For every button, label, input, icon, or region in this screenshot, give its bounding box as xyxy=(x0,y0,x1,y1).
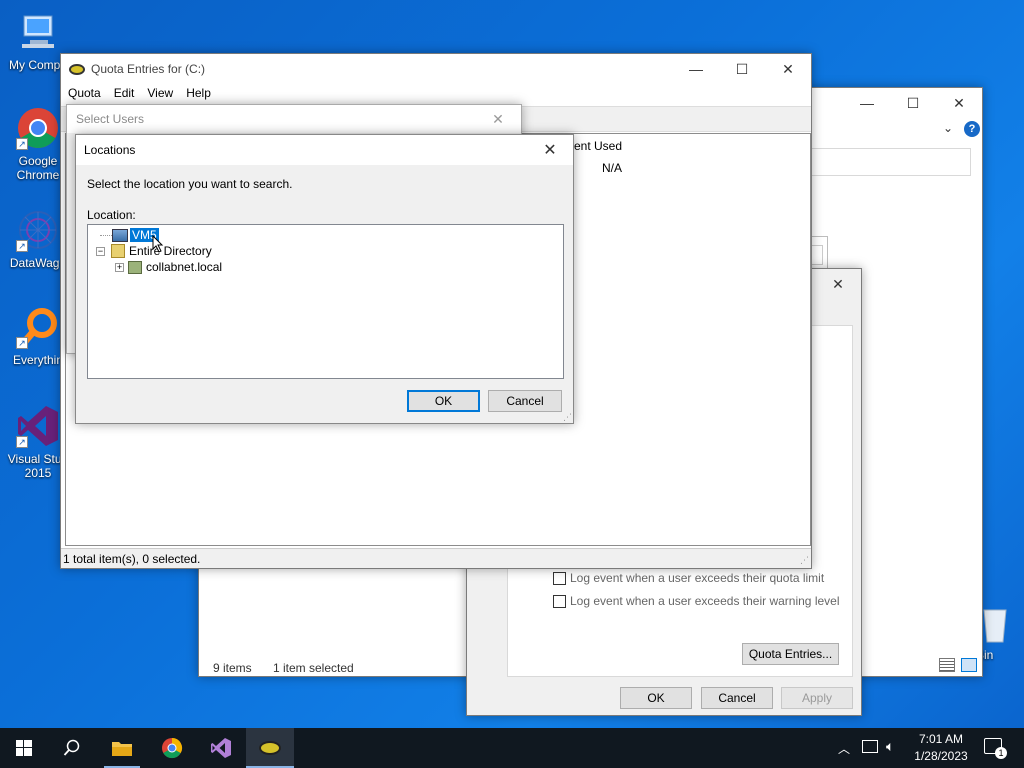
explorer-titlebar-controls: — ☐ ✕ xyxy=(844,88,982,118)
tree-item-label: Entire Directory xyxy=(129,244,212,258)
collapse-icon[interactable]: − xyxy=(96,246,105,256)
log-limit-label: Log event when a user exceeds their quot… xyxy=(570,571,825,585)
tree-item-collabnet[interactable]: + collabnet.local xyxy=(115,259,222,275)
close-button[interactable]: ✕ xyxy=(475,105,521,133)
close-button[interactable]: ✕ xyxy=(936,88,982,118)
locations-instruction: Select the location you want to search. xyxy=(87,177,293,191)
menu-bar: Quota Edit View Help xyxy=(61,84,811,104)
quota-app-icon xyxy=(69,63,85,75)
tree-connector xyxy=(100,234,112,236)
desktop-icon-label: Everythin xyxy=(12,353,64,367)
network-icon[interactable] xyxy=(862,740,878,753)
percent-used-cell: N/A xyxy=(602,161,623,175)
menu-edit[interactable]: Edit xyxy=(108,84,142,104)
volume-icon[interactable]: 🔈︎ xyxy=(886,738,894,755)
locations-title: Locations xyxy=(84,143,136,157)
shortcut-arrow-icon: ↗ xyxy=(16,138,28,150)
apply-button: Apply xyxy=(781,687,853,709)
show-hidden-icons-icon[interactable]: ︿ xyxy=(838,740,850,757)
shortcut-arrow-icon: ↗ xyxy=(16,436,28,448)
chrome-icon xyxy=(162,737,183,759)
folder-icon xyxy=(112,742,132,756)
search-icon xyxy=(63,739,80,756)
tree-item-vm5[interactable]: VM5 xyxy=(100,227,160,243)
quota-window-title: Quota Entries for (C:) xyxy=(91,62,206,76)
start-button[interactable] xyxy=(0,728,48,768)
shortcut-arrow-icon: ↗ xyxy=(16,240,28,252)
chrome-icon: ↗ xyxy=(16,106,60,150)
shortcut-arrow-icon: ↗ xyxy=(16,337,28,349)
quota-entries-button[interactable]: Quota Entries... xyxy=(742,643,839,665)
help-icon[interactable]: ? xyxy=(964,121,980,137)
taskbar-quota-app[interactable] xyxy=(246,728,294,768)
action-center-button[interactable]: 1 xyxy=(984,738,1007,759)
column-header-percent-used[interactable]: cent Used xyxy=(568,139,622,153)
search-box[interactable] xyxy=(811,148,971,176)
visual-studio-icon: ↗ xyxy=(16,404,60,448)
desktop-icon-label: My Compu xyxy=(8,58,67,72)
details-view-icon[interactable] xyxy=(939,658,955,672)
menu-help[interactable]: Help xyxy=(180,84,218,104)
cancel-button[interactable]: Cancel xyxy=(488,390,562,412)
explorer-status-selected: 1 item selected xyxy=(273,661,354,675)
explorer-status-items: 9 items xyxy=(213,661,252,675)
computer-icon xyxy=(16,10,60,54)
menu-view[interactable]: View xyxy=(141,84,180,104)
log-warning-checkbox[interactable] xyxy=(553,595,566,609)
everything-search-icon: ↗ xyxy=(16,305,60,349)
cancel-button[interactable]: Cancel xyxy=(701,687,773,709)
visual-studio-icon xyxy=(211,738,231,758)
large-icons-view-icon[interactable] xyxy=(961,658,977,672)
mouse-cursor-icon xyxy=(152,234,164,256)
taskbar-visual-studio[interactable] xyxy=(197,728,245,768)
desktop-icon-label: Google Chrome xyxy=(16,154,60,182)
directory-icon xyxy=(111,244,125,258)
locations-titlebar: Locations xyxy=(76,135,573,165)
log-warning-label: Log event when a user exceeds their warn… xyxy=(570,594,840,608)
close-button[interactable]: ✕ xyxy=(815,269,861,299)
log-limit-checkbox[interactable] xyxy=(553,572,566,586)
taskbar-chrome[interactable] xyxy=(148,728,196,768)
resize-grip-icon[interactable]: ⋰ xyxy=(563,412,572,423)
ok-button[interactable]: OK xyxy=(620,687,692,709)
clock-time: 7:01 AM xyxy=(918,732,964,746)
notification-count: 1 xyxy=(995,747,1007,759)
domain-icon xyxy=(128,260,142,274)
recycle-bin-icon xyxy=(980,604,1010,644)
tree-item-label: collabnet.local xyxy=(146,260,223,274)
maximize-button[interactable]: ☐ xyxy=(890,88,936,118)
quota-titlebar-controls: — ☐ ✕ xyxy=(673,54,811,84)
menu-quota[interactable]: Quota xyxy=(61,84,108,104)
clock[interactable]: 7:01 AM 1/28/2023 xyxy=(910,731,972,765)
resize-grip-icon[interactable]: ⋰ xyxy=(800,555,809,566)
clock-date: 1/28/2023 xyxy=(914,749,968,763)
locations-dialog: Locations ✕ Select the location you want… xyxy=(75,134,574,424)
quota-status-bar: 1 total item(s), 0 selected. ⋰ xyxy=(61,548,811,568)
windows-logo-icon xyxy=(16,740,32,756)
minimize-button[interactable]: — xyxy=(844,88,890,118)
disk-quota-icon xyxy=(259,741,281,755)
maximize-button[interactable]: ☐ xyxy=(719,54,765,84)
computer-icon xyxy=(112,228,128,242)
location-label: Location: xyxy=(87,208,136,222)
select-users-titlebar: Select Users xyxy=(67,105,521,133)
location-tree[interactable]: VM5 − Entire Directory + collabnet.local xyxy=(87,224,564,379)
desktop-icon-label: DataWago xyxy=(9,256,67,270)
log-warning-option[interactable]: Log event when a user exceeds their warn… xyxy=(553,594,840,609)
search-button[interactable] xyxy=(48,728,96,768)
expand-ribbon-icon[interactable]: ⌄ xyxy=(943,121,953,135)
close-button[interactable]: ✕ xyxy=(527,135,573,165)
taskbar-file-explorer[interactable] xyxy=(98,728,146,768)
minimize-button[interactable]: — xyxy=(673,54,719,84)
datawagon-icon: ↗ xyxy=(16,208,60,252)
close-button[interactable]: ✕ xyxy=(765,54,811,84)
select-users-title: Select Users xyxy=(76,112,145,126)
taskbar: ︿ 🔈︎ 7:01 AM 1/28/2023 1 xyxy=(0,728,1024,768)
quota-status-text: 1 total item(s), 0 selected. xyxy=(63,552,201,566)
expand-icon[interactable]: + xyxy=(115,262,124,272)
ok-button[interactable]: OK xyxy=(407,390,480,412)
log-limit-option[interactable]: Log event when a user exceeds their quot… xyxy=(553,571,825,586)
